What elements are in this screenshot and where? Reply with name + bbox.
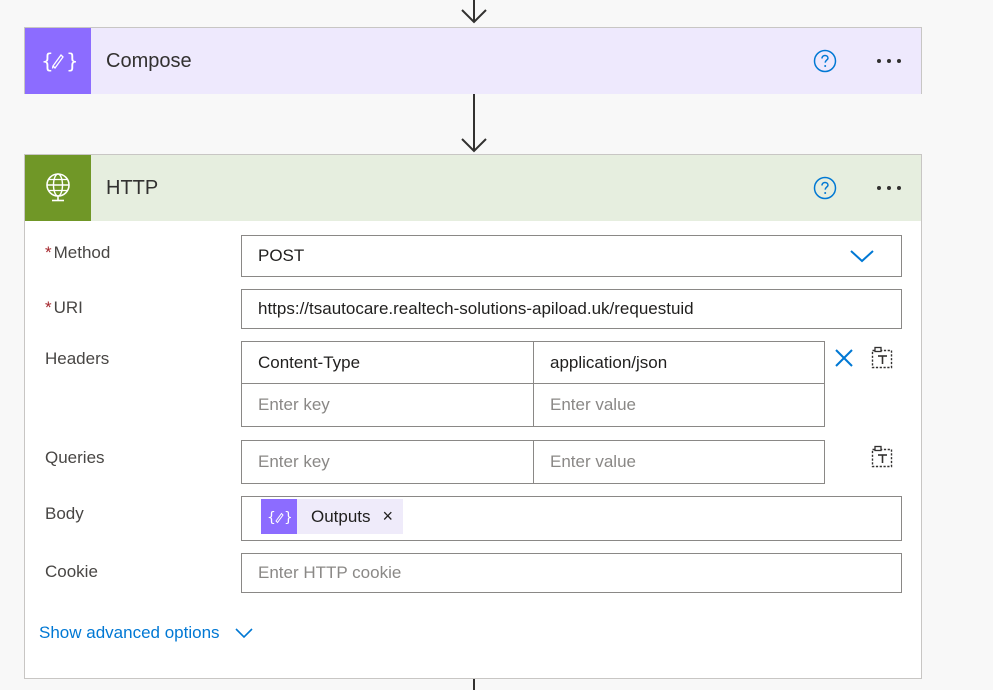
- compose-help-button[interactable]: [813, 49, 837, 73]
- cookie-input[interactable]: Enter HTTP cookie: [241, 553, 902, 593]
- svg-text:{: {: [41, 49, 54, 73]
- headers-switch-to-text-mode-button[interactable]: [870, 346, 894, 370]
- ellipsis-icon: [877, 186, 901, 190]
- globe-icon: [25, 155, 91, 221]
- help-icon: [813, 176, 837, 200]
- remove-token-button[interactable]: ×: [383, 506, 394, 527]
- compose-more-options-button[interactable]: [872, 49, 906, 73]
- queries-switch-to-text-mode-button[interactable]: [870, 445, 894, 469]
- header-new-value-input[interactable]: Enter value: [533, 383, 825, 427]
- header-new-key-input[interactable]: Enter key: [241, 383, 534, 427]
- method-label: * Method: [45, 243, 111, 262]
- query-key-input[interactable]: Enter key: [241, 440, 534, 484]
- svg-text:}: }: [284, 510, 291, 526]
- cookie-label: Cookie: [45, 562, 98, 581]
- queries-label: Queries: [45, 448, 105, 467]
- delete-header-button[interactable]: [833, 347, 855, 369]
- close-icon: [835, 349, 853, 367]
- uri-label: * URI: [45, 298, 83, 317]
- connector-arrow-middle: [461, 94, 487, 153]
- http-card-header[interactable]: HTTP: [25, 155, 921, 221]
- outputs-token-label: Outputs: [311, 506, 371, 526]
- method-value: POST: [258, 246, 305, 265]
- chevron-down-icon: [850, 250, 874, 263]
- compose-braces-icon: { }: [261, 499, 297, 534]
- help-icon: [813, 49, 837, 73]
- http-help-button[interactable]: [813, 176, 837, 200]
- connector-line-bottom: [473, 679, 475, 690]
- connector-arrow-top: [461, 0, 487, 24]
- show-advanced-options-link[interactable]: Show advanced options: [39, 623, 254, 643]
- chevron-down-icon: [234, 628, 253, 639]
- ellipsis-icon: [877, 59, 901, 63]
- uri-value: https://tsautocare.realtech-solutions-ap…: [258, 299, 694, 318]
- outputs-token[interactable]: { } Outputs ×: [261, 499, 404, 534]
- headers-label: Headers: [45, 349, 110, 368]
- http-more-options-button[interactable]: [872, 176, 906, 200]
- query-value-input[interactable]: Enter value: [533, 440, 825, 484]
- compose-braces-icon: { }: [25, 28, 91, 94]
- text-mode-icon: [871, 346, 893, 369]
- http-action-card: HTTP * Method POST * URI https://tsautocar…: [24, 154, 922, 679]
- uri-input[interactable]: https://tsautocare.realtech-solutions-ap…: [241, 289, 902, 329]
- body-input[interactable]: { } Outputs ×: [241, 496, 902, 541]
- header-key-input[interactable]: Content-Type: [241, 341, 534, 384]
- method-dropdown[interactable]: POST: [241, 235, 902, 277]
- svg-text:}: }: [66, 49, 76, 73]
- body-label: Body: [45, 504, 84, 523]
- compose-action-card[interactable]: { } Compose: [24, 27, 922, 94]
- compose-title: Compose: [106, 49, 192, 72]
- text-mode-icon: [871, 445, 893, 468]
- compose-card-header[interactable]: { } Compose: [25, 28, 921, 94]
- header-value-input[interactable]: application/json: [533, 341, 825, 384]
- svg-text:{: {: [267, 510, 276, 526]
- http-title: HTTP: [106, 176, 159, 199]
